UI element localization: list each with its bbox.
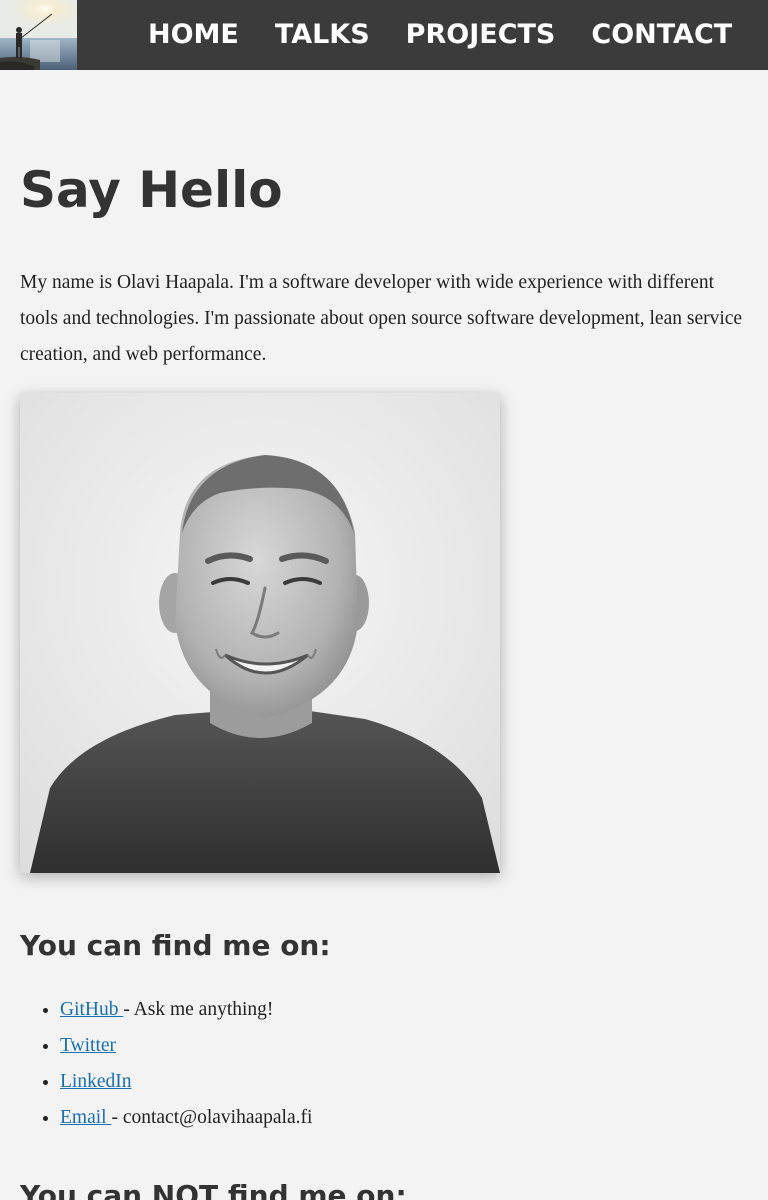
social-links-list: GitHub - Ask me anything! Twitter Linked… bbox=[20, 992, 312, 1136]
nav-talks[interactable]: TALKS bbox=[257, 0, 388, 70]
linkedin-link[interactable]: LinkedIn bbox=[60, 1071, 131, 1092]
find-me-heading: You can find me on: bbox=[20, 929, 331, 962]
site-logo[interactable] bbox=[0, 0, 77, 70]
list-item: GitHub - Ask me anything! bbox=[60, 992, 312, 1028]
list-item: LinkedIn bbox=[60, 1064, 312, 1100]
email-note: - contact@olavihaapala.fi bbox=[111, 1107, 313, 1128]
top-navigation-bar: HOME TALKS PROJECTS CONTACT bbox=[0, 0, 768, 70]
github-note: - Ask me anything! bbox=[123, 999, 274, 1020]
nav-contact[interactable]: CONTACT bbox=[573, 0, 750, 70]
page-title: Say Hello bbox=[20, 161, 283, 219]
nav-projects[interactable]: PROJECTS bbox=[388, 0, 574, 70]
profile-photo bbox=[20, 393, 500, 873]
email-link[interactable]: Email bbox=[60, 1107, 111, 1128]
twitter-link[interactable]: Twitter bbox=[60, 1035, 116, 1056]
nav-home[interactable]: HOME bbox=[130, 0, 257, 70]
not-find-me-heading: You can NOT find me on: bbox=[20, 1179, 407, 1200]
list-item: Email - contact@olavihaapala.fi bbox=[60, 1100, 312, 1136]
person-portrait-icon bbox=[20, 393, 500, 873]
github-link[interactable]: GitHub bbox=[60, 999, 123, 1020]
fisherman-sunset-icon bbox=[0, 0, 77, 70]
intro-paragraph: My name is Olavi Haapala. I'm a software… bbox=[20, 272, 743, 365]
main-nav: HOME TALKS PROJECTS CONTACT bbox=[130, 0, 750, 70]
list-item: Twitter bbox=[60, 1028, 312, 1064]
